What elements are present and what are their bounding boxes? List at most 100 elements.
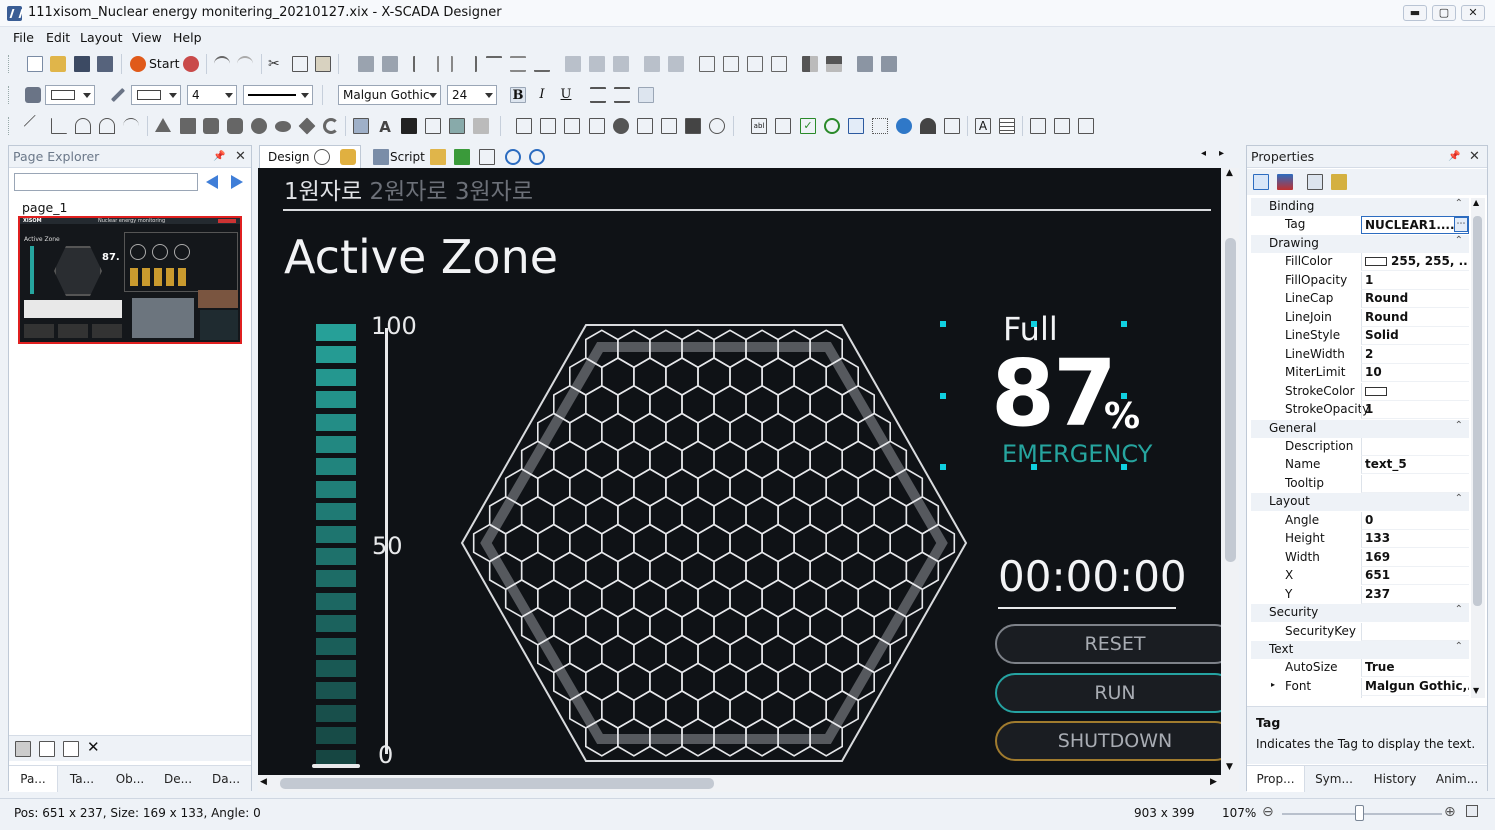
rotate-right-icon[interactable] <box>881 56 897 72</box>
property-row[interactable]: Description <box>1251 437 1469 457</box>
property-category[interactable]: Security ⌃ <box>1251 604 1469 623</box>
property-category[interactable]: Binding ⌃ <box>1251 198 1469 216</box>
image-tool-icon[interactable] <box>353 118 369 134</box>
layout-icon[interactable] <box>479 149 495 165</box>
align-left-icon[interactable] <box>413 56 429 72</box>
copy-page-icon[interactable] <box>63 741 79 757</box>
tab-symbols[interactable]: Sym... <box>1305 766 1363 792</box>
fit-page-icon[interactable] <box>1466 805 1478 817</box>
start-button[interactable]: Start <box>149 56 180 71</box>
selection-handle[interactable] <box>940 464 946 470</box>
sound-tool-icon[interactable] <box>425 118 441 134</box>
categorized-icon[interactable] <box>1253 174 1269 190</box>
events-icon[interactable] <box>1331 174 1347 190</box>
open-folder-icon[interactable] <box>50 56 66 72</box>
pin-icon[interactable]: 📌 <box>213 151 225 162</box>
line-style-combo[interactable] <box>243 85 313 105</box>
symbol-2-icon[interactable] <box>540 118 556 134</box>
rotate-left-icon[interactable] <box>857 56 873 72</box>
font-name-combo[interactable]: Malgun Gothic <box>338 85 441 105</box>
property-scroll-thumb[interactable] <box>1473 216 1482 606</box>
selection-handle[interactable] <box>1121 321 1127 327</box>
design-canvas[interactable]: 1원자로 2원자로 3원자로 Active Zone 100 50 0 Full… <box>258 168 1221 775</box>
property-row[interactable]: NullText (null) <box>1251 696 1469 698</box>
hexagon-tool-icon[interactable] <box>227 118 243 134</box>
collapse-icon[interactable]: ⌃ <box>1455 235 1463 246</box>
tab-animation[interactable]: Anim... <box>1427 766 1487 792</box>
reset-button[interactable]: RESET <box>995 624 1221 664</box>
triangle-tool-icon[interactable] <box>155 118 171 132</box>
nav-forward-icon[interactable] <box>231 175 243 189</box>
tab-script[interactable]: Script <box>390 150 425 164</box>
reactor-tab-2[interactable]: 2원자로 <box>369 179 447 205</box>
send-back-icon[interactable] <box>771 56 787 72</box>
property-row[interactable]: Width 169 <box>1251 548 1469 568</box>
pie-tool-icon[interactable] <box>323 118 339 134</box>
collapse-icon[interactable]: ⌃ <box>1455 198 1463 209</box>
property-row[interactable]: AutoSize True <box>1251 659 1469 678</box>
text-align-left-icon[interactable] <box>590 87 606 103</box>
nav-back-icon[interactable] <box>206 175 218 189</box>
tab-devices[interactable]: De... <box>154 766 202 792</box>
line-tool-icon[interactable] <box>23 114 47 138</box>
level-tool-icon[interactable] <box>685 118 701 134</box>
align-center-icon[interactable] <box>437 56 453 72</box>
zoom-out-button[interactable]: ⊖ <box>1262 804 1274 820</box>
arc-tool-icon[interactable] <box>123 118 139 134</box>
property-row[interactable]: X 651 <box>1251 567 1469 586</box>
send-backward-icon[interactable] <box>747 56 763 72</box>
new-page-icon[interactable] <box>39 741 55 757</box>
align-middle-icon[interactable] <box>510 56 526 72</box>
property-value[interactable]: 133 <box>1361 530 1469 549</box>
property-value[interactable] <box>1361 622 1469 641</box>
reactor-tab-1[interactable]: 1원자로 <box>284 179 362 205</box>
collapse-icon[interactable]: ⌃ <box>1455 420 1463 431</box>
pen-icon[interactable] <box>110 87 126 103</box>
property-row[interactable]: Height 133 <box>1251 530 1469 549</box>
fill-color-combo[interactable] <box>45 85 95 105</box>
menu-layout[interactable]: Layout <box>80 30 123 45</box>
sort-alpha-icon[interactable] <box>1277 174 1293 190</box>
underline-icon[interactable]: U <box>558 87 574 103</box>
selection-handle[interactable] <box>1121 464 1127 470</box>
property-value[interactable]: Malgun Gothic,... <box>1361 677 1469 696</box>
reactor-tab-3[interactable]: 3원자로 <box>455 179 533 205</box>
property-value[interactable]: True <box>1361 659 1469 678</box>
preview-eye-icon[interactable] <box>314 149 330 165</box>
page-search-input[interactable] <box>14 173 198 191</box>
property-value[interactable]: 169 <box>1361 548 1469 567</box>
table-tool-icon[interactable] <box>999 118 1015 134</box>
same-height-icon[interactable] <box>589 56 605 72</box>
bring-forward-icon[interactable] <box>723 56 739 72</box>
flip-vertical-icon[interactable] <box>826 56 842 72</box>
menu-edit[interactable]: Edit <box>46 30 70 45</box>
export-icon[interactable] <box>454 149 470 165</box>
tab-data[interactable]: Da... <box>202 766 250 792</box>
align-bottom-icon[interactable] <box>534 56 550 72</box>
pentagon-tool-icon[interactable] <box>203 118 219 134</box>
collapse-icon[interactable]: ⌃ <box>1455 641 1463 652</box>
property-row[interactable]: FillOpacity 1 <box>1251 271 1469 291</box>
close-panel-icon[interactable]: ✕ <box>235 149 246 164</box>
symbol-1-icon[interactable] <box>516 118 532 134</box>
chart-1-icon[interactable] <box>1030 118 1046 134</box>
property-scrollbar[interactable]: ▲ ▼ <box>1471 198 1485 698</box>
property-value[interactable] <box>1361 382 1469 401</box>
property-pages-icon[interactable] <box>1307 174 1323 190</box>
property-row[interactable]: Font ▸ Malgun Gothic,... <box>1251 677 1469 697</box>
pin-icon[interactable]: 📌 <box>1448 151 1460 162</box>
property-row[interactable]: Tag ⋯ NUCLEAR1.... <box>1251 216 1469 235</box>
tag-icon[interactable] <box>340 149 356 165</box>
property-row[interactable]: StrokeOpacity 1 <box>1251 401 1469 420</box>
zoom-out-icon[interactable] <box>529 149 545 165</box>
bold-icon[interactable]: B <box>510 87 526 103</box>
property-value[interactable]: 651 <box>1361 567 1469 586</box>
barcode-tool-icon[interactable] <box>401 118 417 134</box>
property-row[interactable]: Angle 0 <box>1251 511 1469 531</box>
alarm-tool-icon[interactable] <box>920 118 936 134</box>
paste-icon[interactable] <box>315 56 331 72</box>
menu-help[interactable]: Help <box>173 30 202 45</box>
scroll-tabs-left-icon[interactable]: ◂ <box>1201 148 1206 159</box>
checkbox-tool-icon[interactable]: ✓ <box>800 118 816 134</box>
page-image-icon[interactable] <box>15 741 31 757</box>
